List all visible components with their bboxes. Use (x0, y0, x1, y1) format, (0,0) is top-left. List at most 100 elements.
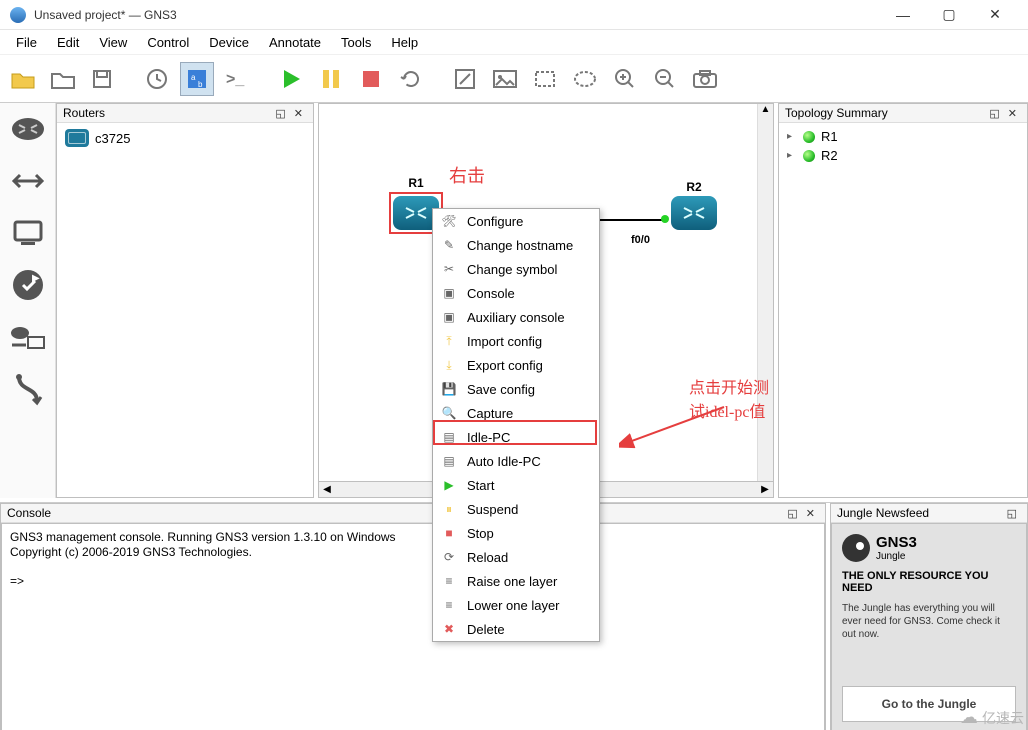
console-all-button[interactable]: >_ (220, 62, 254, 96)
draw-ellipse-button[interactable] (568, 62, 602, 96)
svg-text:>_: >_ (226, 71, 245, 88)
context-item-label: Raise one layer (467, 574, 557, 589)
context-capture[interactable]: 🔍Capture (433, 401, 599, 425)
gns3-jungle-logo: GNS3 Jungle (842, 534, 1016, 562)
annotate-note-button[interactable] (448, 62, 482, 96)
context-item-label: Change symbol (467, 262, 557, 277)
context-item-icon: ▶ (441, 477, 457, 493)
panel-close-icon[interactable]: ✕ (802, 507, 819, 520)
end-device-category-button[interactable] (6, 211, 50, 255)
start-all-button[interactable] (274, 62, 308, 96)
newsfeed-heading: THE ONLY RESOURCE YOU NEED (842, 570, 1016, 594)
panel-undock-icon[interactable]: ◱ (783, 507, 801, 520)
context-raise-one-layer[interactable]: ≡Raise one layer (433, 569, 599, 593)
console-output[interactable]: GNS3 management console. Running GNS3 ve… (1, 523, 825, 730)
panel-undock-icon[interactable]: ◱ (271, 107, 289, 120)
maximize-button[interactable]: ▢ (926, 0, 972, 30)
context-suspend[interactable]: ⏸Suspend (433, 497, 599, 521)
context-stop[interactable]: ■Stop (433, 521, 599, 545)
context-save-config[interactable]: 💾Save config (433, 377, 599, 401)
window-buttons: — ▢ ✕ (880, 0, 1018, 30)
context-start[interactable]: ▶Start (433, 473, 599, 497)
context-item-icon: ▤ (441, 429, 457, 445)
insert-image-button[interactable] (488, 62, 522, 96)
panel-close-icon[interactable]: ✕ (290, 107, 307, 120)
newsfeed-panel: Jungle Newsfeed ◱ GNS3 Jungle THE ONLY R… (830, 503, 1028, 730)
context-item-label: Configure (467, 214, 523, 229)
new-project-button[interactable] (6, 62, 40, 96)
context-item-label: Export config (467, 358, 543, 373)
pause-all-button[interactable] (314, 62, 348, 96)
panel-close-icon[interactable]: ✕ (1004, 107, 1021, 120)
routers-panel: Routers ◱ ✕ c3725 (56, 103, 314, 498)
vertical-scrollbar[interactable]: ▲ (757, 104, 773, 481)
zoom-in-button[interactable] (608, 62, 642, 96)
router-category-button[interactable] (6, 107, 50, 151)
reload-all-button[interactable] (394, 62, 428, 96)
minimize-button[interactable]: — (880, 0, 926, 30)
context-export-config[interactable]: ⤓Export config (433, 353, 599, 377)
node-r2[interactable]: R2 (671, 196, 717, 230)
menu-view[interactable]: View (89, 32, 137, 53)
context-reload[interactable]: ⟳Reload (433, 545, 599, 569)
console-prompt: => (10, 574, 24, 588)
stop-all-button[interactable] (354, 62, 388, 96)
context-configure[interactable]: 🛠 Configure (433, 209, 599, 233)
panel-undock-icon[interactable]: ◱ (985, 107, 1003, 120)
node-r1-label: R1 (389, 176, 443, 190)
menu-device[interactable]: Device (199, 32, 259, 53)
add-link-button[interactable] (6, 367, 50, 411)
menu-control[interactable]: Control (137, 32, 199, 53)
cloud-icon: ☁ (960, 707, 978, 728)
draw-rectangle-button[interactable] (528, 62, 562, 96)
port-label-f00: f0/0 (631, 234, 650, 246)
context-lower-one-layer[interactable]: ≡Lower one layer (433, 593, 599, 617)
window-titlebar: Unsaved project* — GNS3 — ▢ ✕ (0, 0, 1028, 30)
context-import-config[interactable]: ⤒Import config (433, 329, 599, 353)
context-change-hostname[interactable]: ✎Change hostname (433, 233, 599, 257)
console-panel: Console ◱ ✕ GNS3 management console. Run… (0, 503, 826, 730)
menu-annotate[interactable]: Annotate (259, 32, 331, 53)
topology-title-text: Topology Summary (785, 106, 888, 120)
context-item-icon: 🛠 (441, 213, 457, 229)
snapshot-button[interactable] (140, 62, 174, 96)
status-dot-running-icon (803, 131, 815, 143)
newsfeed-content: GNS3 Jungle THE ONLY RESOURCE YOU NEED T… (831, 523, 1027, 730)
context-item-label: Import config (467, 334, 542, 349)
chevron-right-icon: ▸ (787, 150, 797, 161)
console-title-text: Console (7, 506, 51, 520)
watermark-text: 亿速云 (982, 708, 1024, 728)
context-item-icon: ✎ (441, 237, 457, 253)
newsfeed-title-text: Jungle Newsfeed (837, 506, 929, 520)
security-category-button[interactable]: ▶ (6, 263, 50, 307)
menu-bar: File Edit View Control Device Annotate T… (0, 30, 1028, 54)
context-console[interactable]: ▣Console (433, 281, 599, 305)
context-item-icon: 🔍 (441, 405, 457, 421)
show-interfaces-button[interactable]: ab (180, 62, 214, 96)
switch-category-button[interactable] (6, 159, 50, 203)
menu-file[interactable]: File (6, 32, 47, 53)
context-delete[interactable]: ✖Delete (433, 617, 599, 641)
zoom-out-button[interactable] (648, 62, 682, 96)
link-endpoint-r2 (661, 215, 669, 223)
router-template-label: c3725 (95, 131, 130, 146)
topology-item-r2[interactable]: ▸ R2 (787, 146, 1019, 165)
menu-help[interactable]: Help (381, 32, 428, 53)
save-project-button[interactable] (86, 62, 120, 96)
menu-edit[interactable]: Edit (47, 32, 89, 53)
context-auto-idle-pc[interactable]: ▤Auto Idle-PC (433, 449, 599, 473)
context-item-label: Lower one layer (467, 598, 560, 613)
context-auxiliary-console[interactable]: ▣Auxiliary console (433, 305, 599, 329)
context-item-label: Delete (467, 622, 505, 637)
screenshot-button[interactable] (688, 62, 722, 96)
context-idle-pc[interactable]: ▤Idle-PC (433, 425, 599, 449)
all-devices-button[interactable] (6, 315, 50, 359)
topology-item-r1[interactable]: ▸ R1 (787, 127, 1019, 146)
close-button[interactable]: ✕ (972, 0, 1018, 30)
menu-tools[interactable]: Tools (331, 32, 381, 53)
context-change-symbol[interactable]: ✂Change symbol (433, 257, 599, 281)
app-icon (10, 7, 26, 23)
open-project-button[interactable] (46, 62, 80, 96)
panel-undock-icon[interactable]: ◱ (1003, 507, 1021, 520)
router-template-item[interactable]: c3725 (61, 127, 309, 149)
